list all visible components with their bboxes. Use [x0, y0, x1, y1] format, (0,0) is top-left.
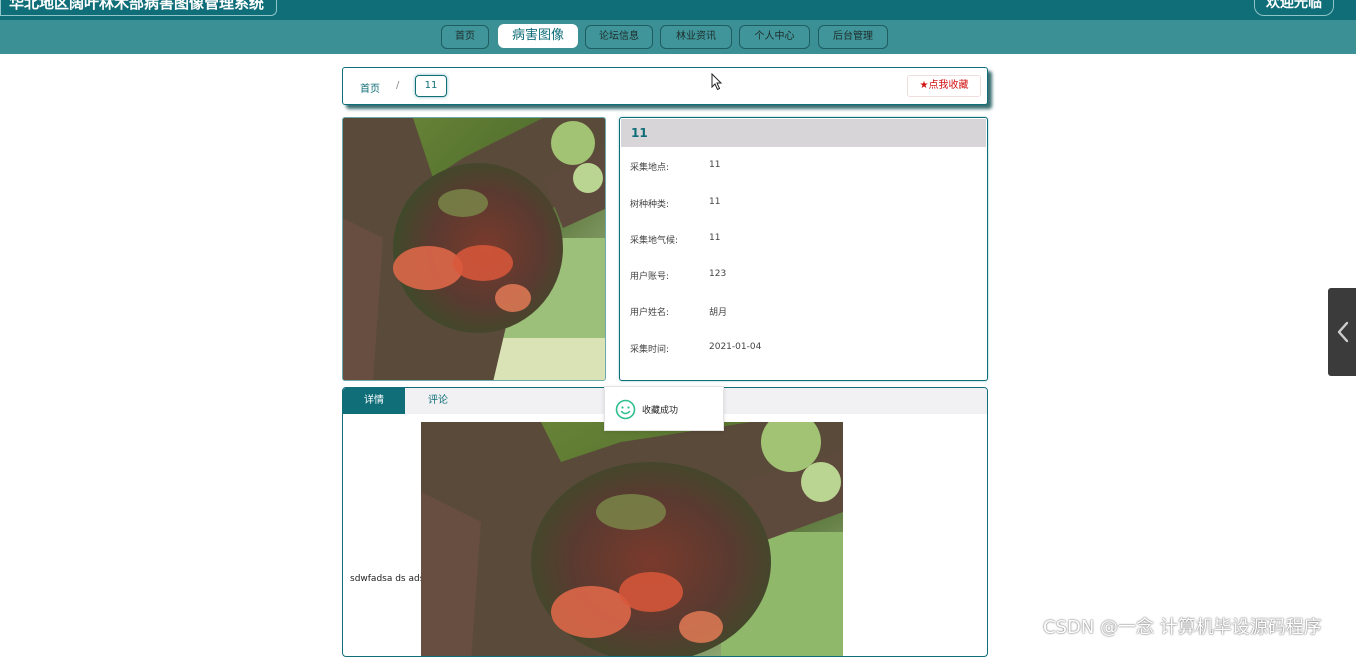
field-label: 树种种类:: [630, 200, 670, 210]
nav-item-personal-center[interactable]: 个人中心: [739, 25, 810, 49]
breadcrumb-home[interactable]: 首页: [360, 80, 380, 95]
field-value: 11: [709, 233, 721, 243]
toast-text: 收藏成功: [642, 406, 679, 416]
field-label: 采集地点:: [630, 163, 670, 173]
nav-item-disease-images[interactable]: 病害图像: [498, 24, 578, 48]
watermark: CSDN @一念 计算机毕设源码程序: [1043, 617, 1322, 638]
toast-message: 收藏成功: [604, 386, 724, 431]
field-label: 采集地气候:: [630, 236, 679, 246]
tab-details[interactable]: 详情: [343, 388, 405, 414]
nav-item-admin[interactable]: 后台管理: [818, 25, 888, 49]
main-nav: 首页 病害图像 论坛信息 林业资讯 个人中心 后台管理: [0, 20, 1356, 54]
disease-photo: [342, 117, 606, 381]
chevron-left-icon: [1335, 321, 1351, 343]
breadcrumb: 首页 / 11 ★点我收藏: [342, 67, 988, 105]
field-value: 123: [709, 269, 727, 279]
detail-title: 11: [621, 119, 986, 147]
field-value: 11: [709, 197, 721, 207]
tab-comments[interactable]: 评论: [407, 388, 469, 414]
site-title: 华北地区阔叶林木部病害图像管理系统: [0, 0, 278, 16]
field-label: 用户姓名:: [630, 308, 670, 318]
nav-item-forum[interactable]: 论坛信息: [585, 25, 653, 49]
field-label: 用户账号:: [630, 272, 670, 282]
field-label: 采集时间:: [630, 345, 670, 355]
top-header: 华北地区阔叶林木部病害图像管理系统 欢迎光临: [0, 0, 1356, 20]
field-value: 2021-01-04: [709, 342, 762, 352]
favorite-button[interactable]: ★点我收藏: [907, 75, 981, 97]
breadcrumb-current: 11: [415, 75, 447, 97]
detail-photo: [421, 422, 843, 656]
detail-info-panel: 11 采集地点: 11 树种种类: 11 采集地气候: 11 用户账号: 123…: [619, 117, 988, 381]
side-panel-toggle[interactable]: [1328, 288, 1356, 376]
nav-item-home[interactable]: 首页: [441, 25, 489, 49]
welcome-text: 欢迎光临: [1254, 0, 1334, 16]
nav-item-forestry-news[interactable]: 林业资讯: [660, 25, 732, 49]
field-value: 11: [709, 160, 721, 170]
description-text: sdwfadsa ds ads: [350, 574, 425, 584]
breadcrumb-separator: /: [396, 80, 400, 91]
smile-icon: [615, 399, 636, 420]
mouse-cursor-icon: [711, 72, 723, 91]
field-value: 胡月: [709, 308, 728, 318]
